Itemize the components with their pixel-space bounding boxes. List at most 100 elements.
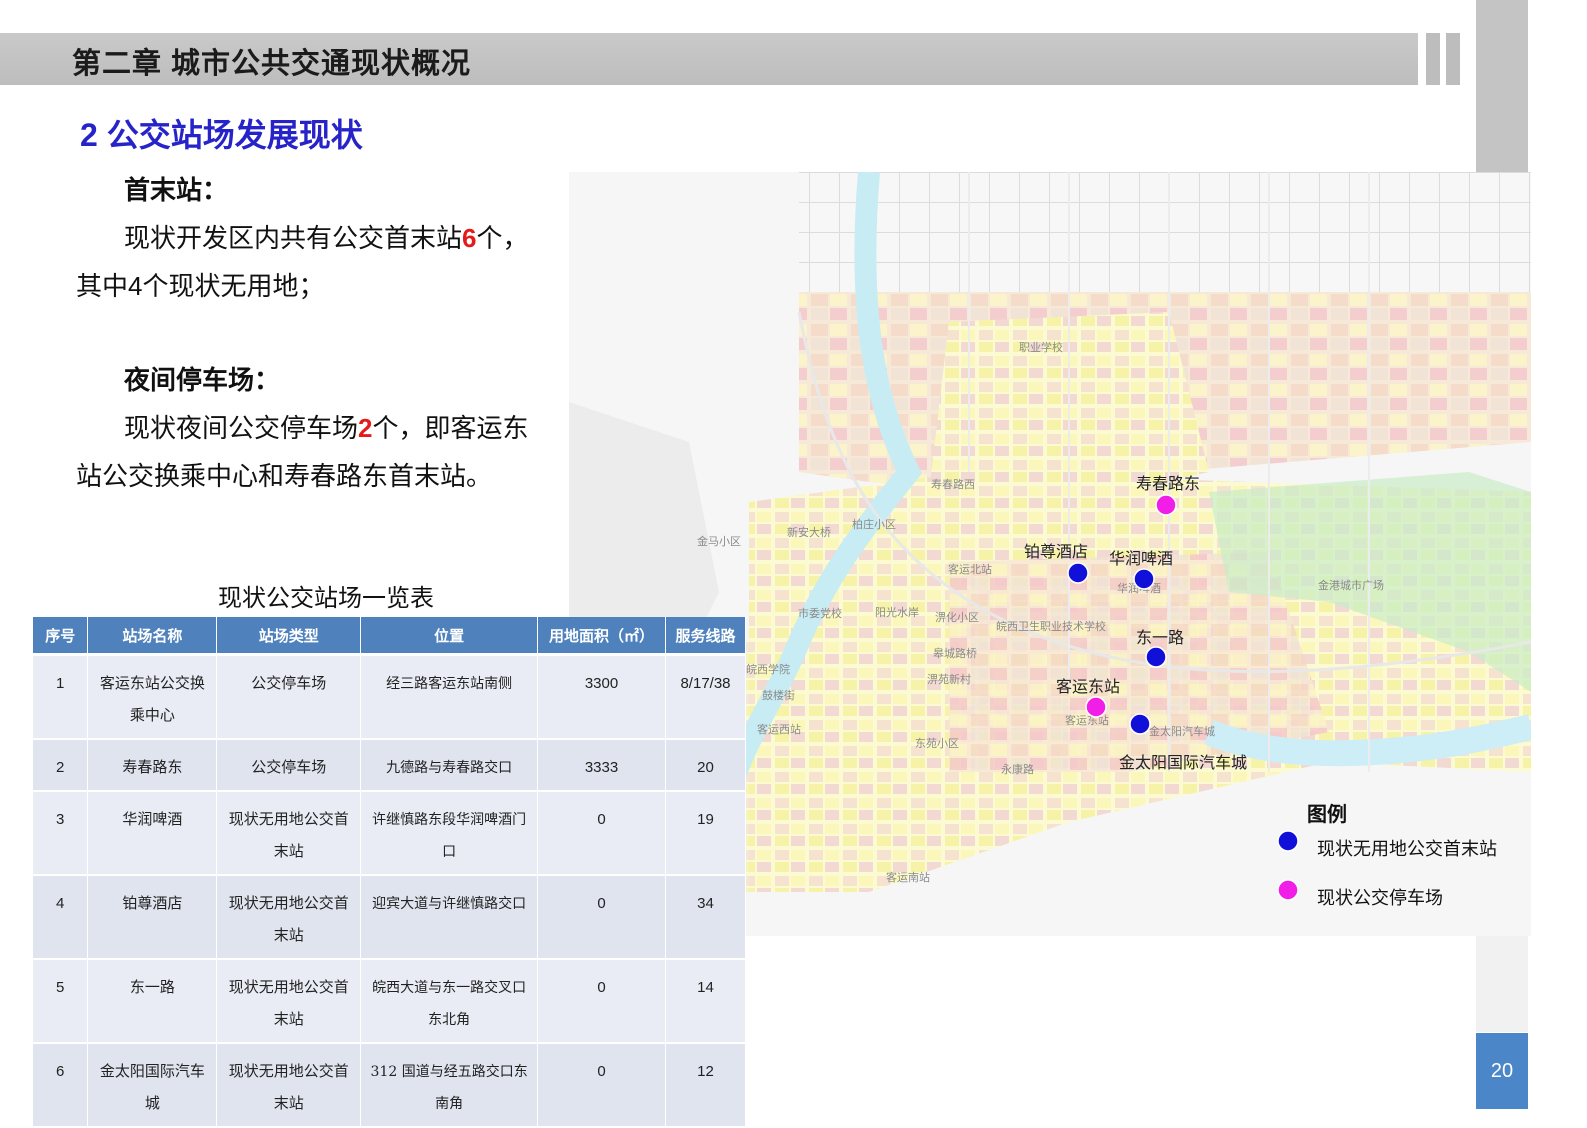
label-jintaiyang: 金太阳国际汽车城: [1119, 753, 1247, 772]
cell-type: 现状无用地公交首末站: [216, 1043, 362, 1128]
table-row: 3 华润啤酒 现状无用地公交首末站 许继慎路东段华润啤酒门口 0 19: [33, 791, 747, 876]
depot-text: 现状夜间公交停车场: [124, 413, 359, 443]
cell-index: 4: [33, 875, 89, 960]
cell-routes: 12: [665, 1043, 747, 1128]
legend-terminal-label: 现状无用地公交首末站: [1317, 839, 1497, 859]
header-routes: 服务线路: [665, 617, 747, 656]
terminal-text: 现状开发区内共有公交首末站: [124, 223, 463, 253]
cell-name: 华润啤酒: [87, 791, 218, 876]
cell-type: 现状无用地公交首末站: [216, 875, 362, 960]
map-label-jingang-plaza: 金港城市广场: [1318, 578, 1384, 592]
map-label-gulou: 鼓楼街: [762, 688, 795, 702]
depot-line-1: 现状夜间公交停车场2个，即客运东: [76, 404, 546, 452]
cell-type: 公交停车场: [216, 654, 362, 740]
map-label-yongkang: 永康路: [1001, 762, 1034, 776]
legend-terminal-marker: [1277, 830, 1299, 852]
section-title: 2 公交站场发展现状: [80, 117, 363, 153]
map-label-jinma: 金马小区: [697, 534, 741, 548]
marker-shouchun-east[interactable]: [1155, 494, 1177, 516]
cell-index: 5: [33, 959, 89, 1044]
legend-title: 图例: [1307, 802, 1347, 826]
table-header-row: 序号 站场名称 站场类型 位置 用地面积（㎡） 服务线路: [33, 617, 747, 656]
header-stripe: [1446, 33, 1460, 85]
cell-location: 312 国道与经五路交口东南角: [360, 1043, 539, 1128]
cell-routes: 34: [665, 875, 747, 960]
cell-name: 客运东站公交换乘中心: [87, 654, 218, 740]
label-shouchun-east: 寿春路东: [1136, 474, 1200, 493]
depot-text-end: 个，即客运东: [372, 413, 529, 443]
cell-area: 0: [537, 791, 666, 876]
cell-routes: 8/17/38: [665, 654, 747, 740]
station-table: 序号 站场名称 站场类型 位置 用地面积（㎡） 服务线路 1 客运东站公交换乘中…: [33, 617, 747, 1128]
header-station-type: 站场类型: [216, 617, 362, 656]
cell-index: 3: [33, 791, 89, 876]
marker-dongyi-road[interactable]: [1145, 646, 1167, 668]
cell-name: 东一路: [87, 959, 218, 1044]
map-label-pihua: 淠化小区: [935, 610, 979, 624]
terminal-line-1: 现状开发区内共有公交首末站6个，: [76, 214, 546, 262]
header-index: 序号: [33, 617, 89, 656]
table-row: 2 寿春路东 公交停车场 九德路与寿春路交口 3333 20: [33, 739, 747, 792]
table-row: 1 客运东站公交换乘中心 公交停车场 经三路客运东站南侧 3300 8/17/3…: [33, 654, 747, 740]
marker-jintaiyang[interactable]: [1129, 713, 1151, 735]
terminal-count: 6: [462, 223, 477, 253]
table-caption: 现状公交站场一览表: [218, 585, 434, 612]
label-east-station: 客运东站: [1056, 677, 1120, 696]
map-label-shouchun-west: 寿春路西: [931, 477, 975, 491]
terminal-paragraph: 首末站： 现状开发区内共有公交首末站6个， 其中4个现状无用地；: [76, 166, 546, 310]
header-station-name: 站场名称: [87, 617, 218, 656]
legend-depot-label: 现状公交停车场: [1317, 888, 1443, 908]
cell-location: 迎宾大道与许继慎路交口: [360, 875, 539, 960]
depot-heading: 夜间停车场：: [124, 365, 281, 395]
map-label-gaocheng-bridge: 皋城路桥: [933, 646, 977, 660]
map-label-dongyuan: 东苑小区: [915, 737, 959, 750]
map-label-north-station: 客运北站: [948, 562, 992, 576]
header-location: 位置: [360, 617, 539, 656]
cell-name: 寿春路东: [87, 739, 218, 792]
map-label-baizhuang: 柏庄小区: [852, 517, 896, 531]
right-margin-bar: [1476, 0, 1528, 172]
cell-location: 许继慎路东段华润啤酒门口: [360, 791, 539, 876]
map-label-wanxi-college: 皖西学院: [746, 662, 790, 676]
cell-index: 2: [33, 739, 89, 792]
cell-type: 公交停车场: [216, 739, 362, 792]
terminal-heading: 首末站：: [124, 175, 229, 205]
map-label-west-station: 客运西站: [757, 722, 801, 736]
legend-depot-marker: [1277, 879, 1299, 901]
marker-huarun-beer[interactable]: [1133, 568, 1155, 590]
cell-index: 1: [33, 654, 89, 740]
header-area: 用地面积（㎡）: [537, 617, 666, 656]
cell-routes: 14: [665, 959, 747, 1044]
cell-index: 6: [33, 1043, 89, 1128]
map-label-jintaiyang-minor: 金太阳汽车城: [1149, 724, 1215, 738]
map-label-south-station: 客运南站: [886, 870, 930, 884]
cell-routes: 19: [665, 791, 747, 876]
cell-name: 铂尊酒店: [87, 875, 218, 960]
map-label-party-school: 市委党校: [798, 606, 842, 620]
marker-east-station[interactable]: [1085, 696, 1107, 718]
table-row: 6 金太阳国际汽车城 现状无用地公交首末站 312 国道与经五路交口东南角 0 …: [33, 1043, 747, 1128]
cell-name: 金太阳国际汽车城: [87, 1043, 218, 1128]
table-row: 4 铂尊酒店 现状无用地公交首末站 迎宾大道与许继慎路交口 0 34: [33, 875, 747, 960]
depot-paragraph: 夜间停车场： 现状夜间公交停车场2个，即客运东 站公交换乘中心和寿春路东首末站。: [76, 356, 546, 500]
depot-count: 2: [358, 413, 373, 443]
cell-area: 3333: [537, 739, 666, 792]
header-stripe: [1426, 33, 1440, 85]
map-label-vocational-school: 职业学校: [1019, 340, 1063, 354]
table-row: 5 东一路 现状无用地公交首末站 皖西大道与东一路交叉口东北角 0 14: [33, 959, 747, 1044]
cell-type: 现状无用地公交首末站: [216, 959, 362, 1044]
cell-location: 九德路与寿春路交口: [360, 739, 539, 792]
map-label-health-college: 皖西卫生职业技术学校: [996, 619, 1106, 633]
terminal-text-end: 个，: [476, 223, 529, 253]
cell-area: 0: [537, 875, 666, 960]
map-north-grid: [799, 172, 1531, 292]
marker-bozun-hotel[interactable]: [1067, 562, 1089, 584]
cell-routes: 20: [665, 739, 747, 792]
map-label-yangguang: 阳光水岸: [875, 605, 919, 619]
cell-area: 0: [537, 959, 666, 1044]
map-label-xinan-bridge: 新安大桥: [787, 525, 831, 539]
label-dongyi-road: 东一路: [1136, 628, 1184, 647]
cell-area: 3300: [537, 654, 666, 740]
chapter-title: 第二章 城市公共交通现状概况: [72, 48, 472, 80]
terminal-line-2: 其中4个现状无用地；: [76, 271, 325, 301]
